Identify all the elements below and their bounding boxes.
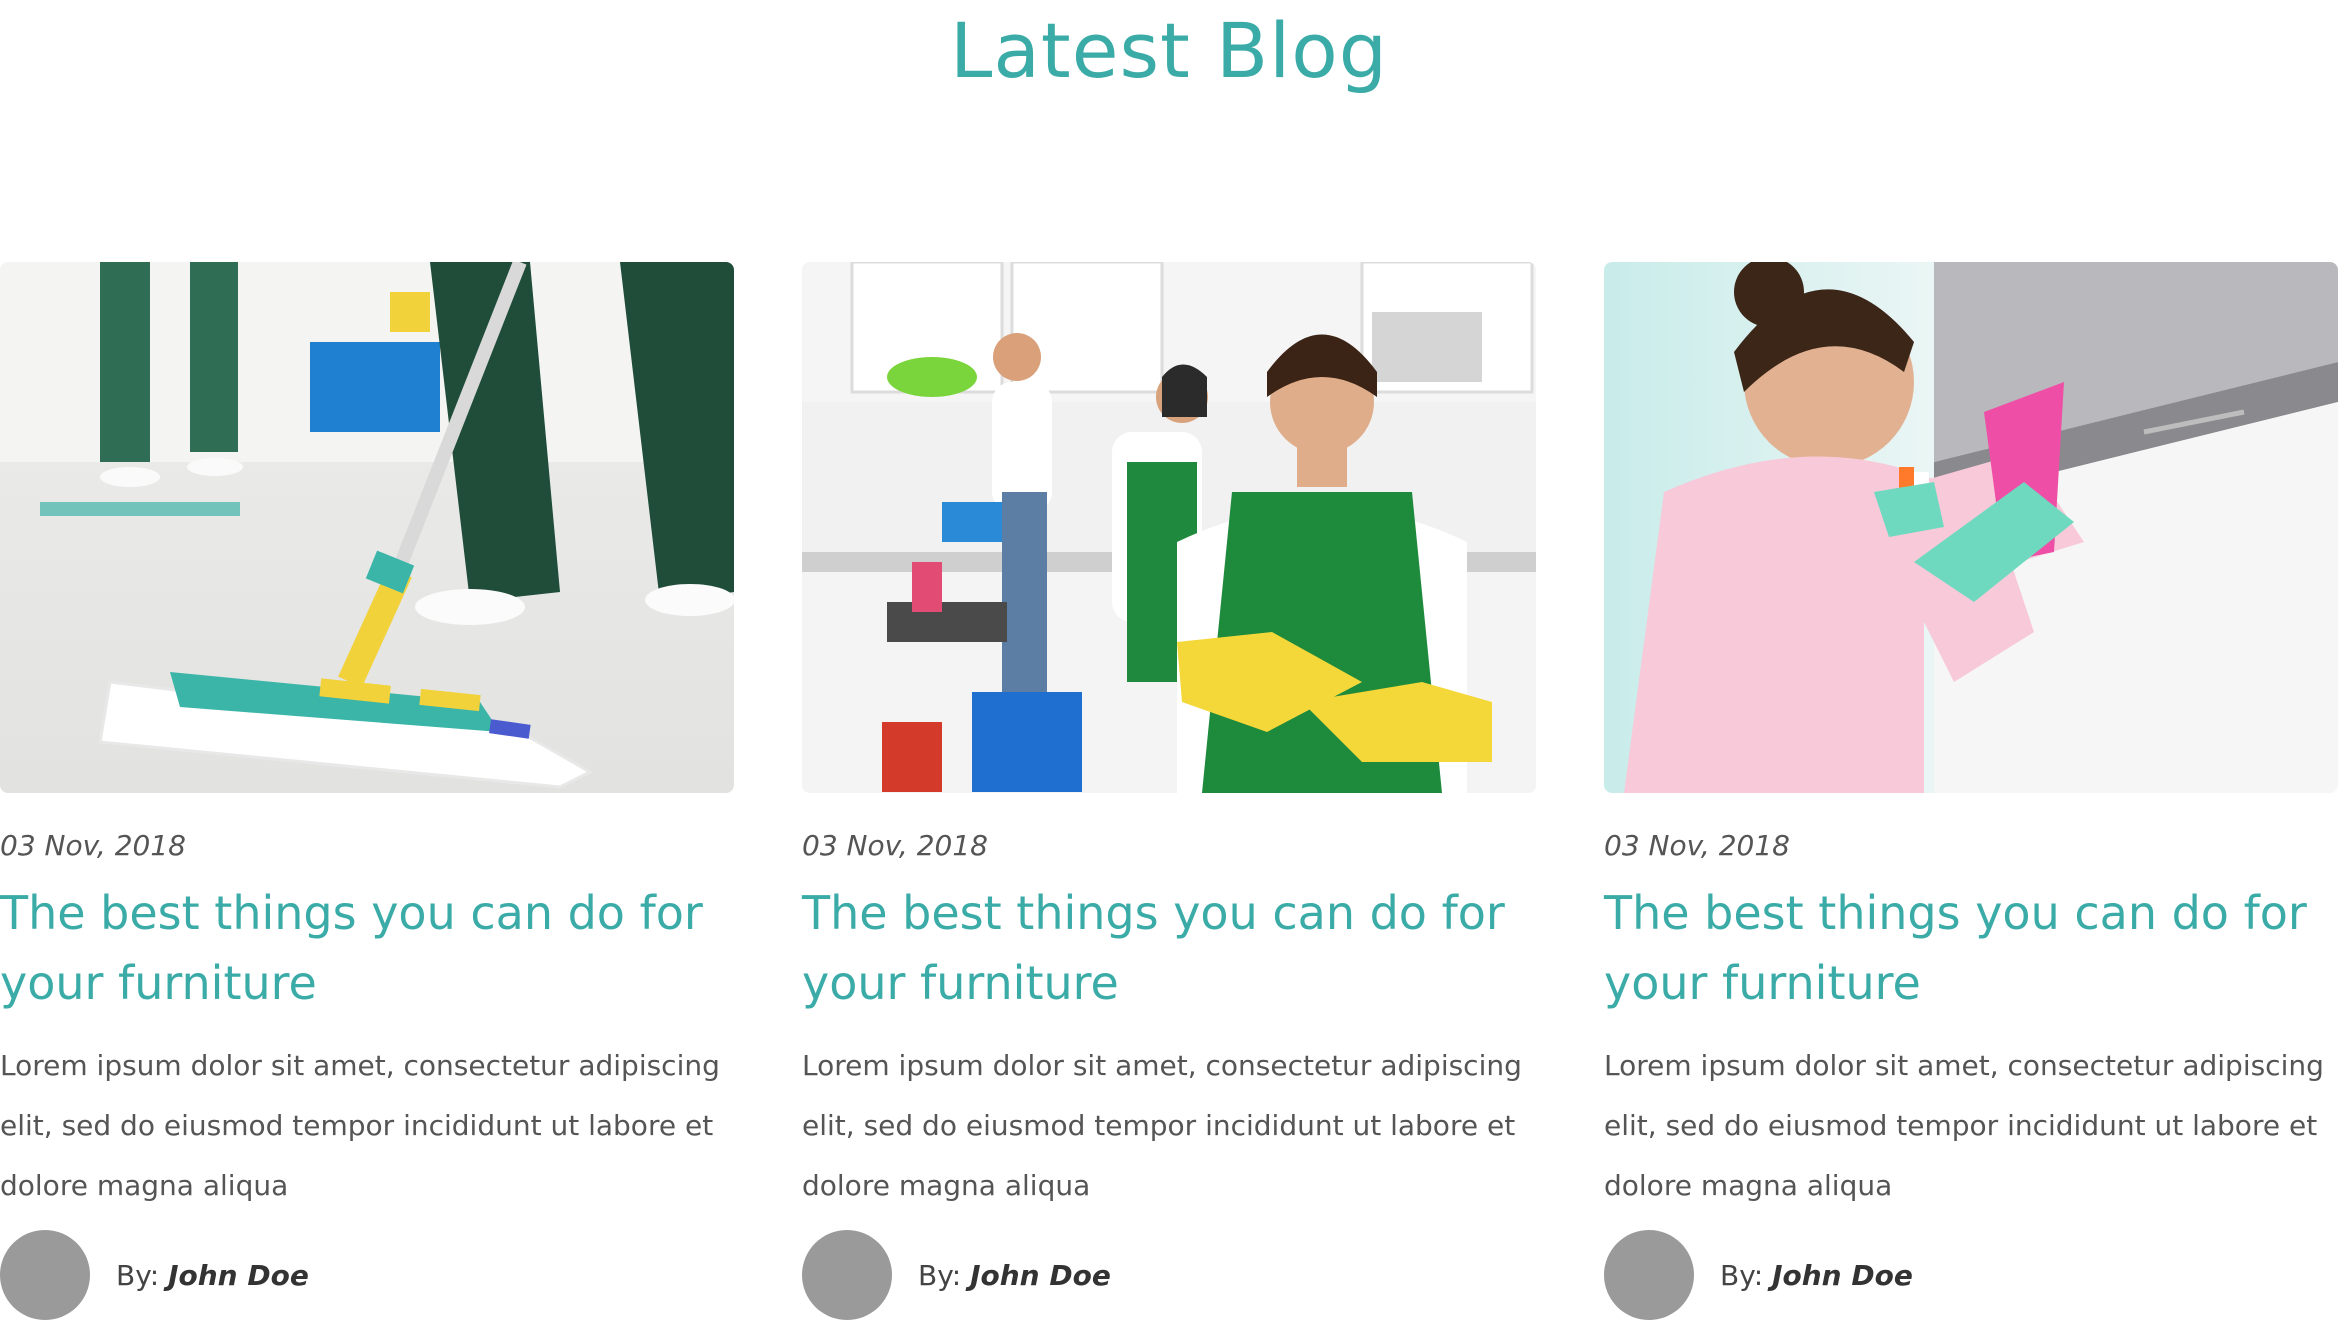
avatar — [1604, 1230, 1694, 1320]
mop-floor-cleaning-photo — [0, 262, 734, 793]
post-excerpt: Lorem ipsum dolor sit amet, consectetur … — [1604, 1036, 2338, 1216]
post-author: By: John Doe — [0, 1230, 309, 1320]
blog-card: 03 Nov, 2018 The best things you can do … — [802, 262, 1536, 1320]
excerpt-line: dolore magna aliqua — [1604, 1169, 1893, 1202]
by-label: By: — [116, 1258, 160, 1292]
excerpt-line: elit, sed do eiusmod tempor incididunt u… — [0, 1109, 714, 1142]
post-title-line: The best things you can do for — [0, 886, 703, 940]
avatar — [802, 1230, 892, 1320]
section-title: Latest Blog — [949, 6, 1389, 95]
post-excerpt: Lorem ipsum dolor sit amet, consectetur … — [0, 1036, 734, 1216]
post-title-line: The best things you can do for — [1604, 886, 2307, 940]
post-author: By: John Doe — [1604, 1230, 1913, 1320]
blog-card-image[interactable] — [0, 262, 734, 793]
post-author: By: John Doe — [802, 1230, 1111, 1320]
excerpt-line: Lorem ipsum dolor sit amet, consectetur … — [0, 1049, 720, 1082]
blog-card-image[interactable] — [802, 262, 1536, 793]
woman-wiping-cabinet-photo — [1604, 262, 2338, 793]
post-date: 03 Nov, 2018 — [802, 829, 988, 862]
by-label: By: — [918, 1258, 962, 1292]
excerpt-line: dolore magna aliqua — [0, 1169, 289, 1202]
post-title-link[interactable]: The best things you can do for your furn… — [0, 878, 734, 1018]
post-title-line: your furniture — [1604, 956, 1921, 1010]
avatar — [0, 1230, 90, 1320]
by-label: By: — [1720, 1258, 1764, 1292]
post-title-line: your furniture — [0, 956, 317, 1010]
author-byline: By: John Doe — [1720, 1259, 1913, 1292]
blog-card: 03 Nov, 2018 The best things you can do … — [1604, 262, 2338, 1320]
excerpt-line: elit, sed do eiusmod tempor incididunt u… — [802, 1109, 1516, 1142]
post-excerpt: Lorem ipsum dolor sit amet, consectetur … — [802, 1036, 1536, 1216]
author-byline: By: John Doe — [918, 1259, 1111, 1292]
excerpt-line: Lorem ipsum dolor sit amet, consectetur … — [802, 1049, 1522, 1082]
author-name[interactable]: John Doe — [1772, 1259, 1913, 1292]
post-date: 03 Nov, 2018 — [0, 829, 186, 862]
post-title-link[interactable]: The best things you can do for your furn… — [1604, 878, 2338, 1018]
post-date: 03 Nov, 2018 — [1604, 829, 1790, 862]
post-title-link[interactable]: The best things you can do for your furn… — [802, 878, 1536, 1018]
author-byline: By: John Doe — [116, 1259, 309, 1292]
excerpt-line: elit, sed do eiusmod tempor incididunt u… — [1604, 1109, 2318, 1142]
excerpt-line: Lorem ipsum dolor sit amet, consectetur … — [1604, 1049, 2324, 1082]
blog-card-image[interactable] — [1604, 262, 2338, 793]
post-title-line: your furniture — [802, 956, 1119, 1010]
author-name[interactable]: John Doe — [970, 1259, 1111, 1292]
excerpt-line: dolore magna aliqua — [802, 1169, 1091, 1202]
cleaning-team-kitchen-photo — [802, 262, 1536, 793]
blog-card: 03 Nov, 2018 The best things you can do … — [0, 262, 734, 1320]
post-title-line: The best things you can do for — [802, 886, 1505, 940]
author-name[interactable]: John Doe — [168, 1259, 309, 1292]
